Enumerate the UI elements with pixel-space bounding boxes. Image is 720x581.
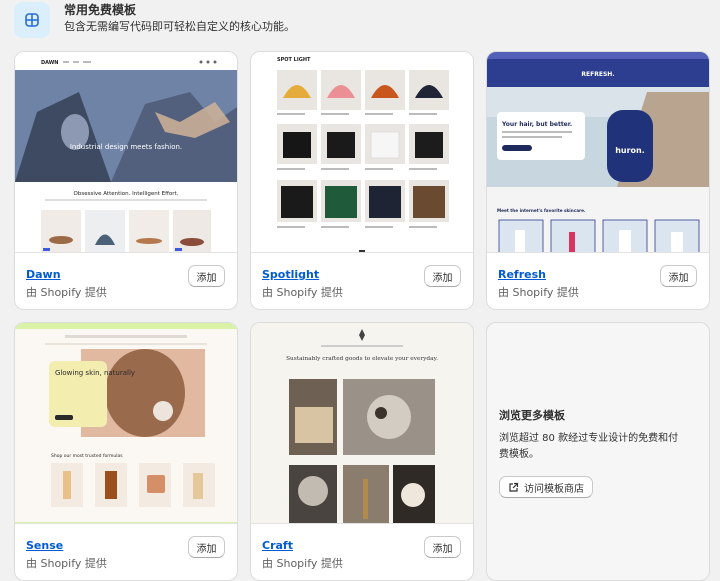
craft-hero-title: Sustainably crafted goods to elevate you…	[286, 356, 438, 362]
refresh-hero-title: Your hair, but better.	[501, 121, 572, 128]
add-template-button[interactable]: 添加	[660, 265, 697, 287]
dawn-hero-text: Industrial design meets fashion.	[70, 143, 182, 151]
dawn-section-title: Obsessive Attention. Intelligent Effort.	[74, 191, 179, 197]
dawn-logo: DAWN	[41, 60, 59, 66]
refresh-section-title: Meet the internet's favorite skincare.	[497, 208, 586, 213]
browse-more-title: 浏览更多模板	[499, 409, 565, 422]
template-name-link[interactable]: Refresh	[498, 268, 546, 281]
template-preview-craft[interactable]: Sustainably crafted goods to elevate you…	[251, 323, 473, 524]
template-card-craft[interactable]: Sustainably crafted goods to elevate you…	[250, 322, 474, 581]
template-provider: 由 Shopify 提供	[26, 286, 107, 299]
visit-theme-store-button[interactable]: 访问模板商店	[499, 476, 593, 498]
section-subtitle: 包含无需编写代码即可轻松自定义的核心功能。	[64, 20, 295, 33]
template-provider: 由 Shopify 提供	[262, 557, 343, 570]
browse-more-card: 浏览更多模板 浏览超过 80 款经过专业设计的免费和付费模板。 访问模板商店	[486, 322, 710, 581]
template-preview-sense[interactable]: Glowing skin, naturally Shop our most tr…	[15, 323, 237, 524]
browse-more-description: 浏览超过 80 款经过专业设计的免费和付费模板。	[499, 433, 679, 460]
theme-icon	[14, 2, 50, 38]
sense-hero-title: Glowing skin, naturally	[55, 369, 135, 377]
template-name-link[interactable]: Sense	[26, 539, 63, 552]
section-header: 常用免费模板 包含无需编写代码即可轻松自定义的核心功能。	[14, 2, 295, 38]
template-preview-spotlight[interactable]: SPOT LIGHT	[251, 52, 473, 253]
template-card-refresh[interactable]: REFRESH. huron. Your hair, but better. M…	[486, 51, 710, 310]
external-link-icon	[509, 482, 519, 492]
refresh-logo: REFRESH.	[581, 71, 614, 78]
template-provider: 由 Shopify 提供	[498, 286, 579, 299]
spotlight-logo: SPOT LIGHT	[277, 57, 311, 63]
template-card-dawn[interactable]: DAWN Industrial design meets fashion. Ob…	[14, 51, 238, 310]
refresh-product-label: huron.	[615, 146, 645, 155]
template-preview-refresh[interactable]: REFRESH. huron. Your hair, but better. M…	[487, 52, 709, 253]
template-name-link[interactable]: Dawn	[26, 268, 61, 281]
add-template-button[interactable]: 添加	[424, 536, 461, 558]
template-preview-dawn[interactable]: DAWN Industrial design meets fashion. Ob…	[15, 52, 237, 253]
template-card-spotlight[interactable]: SPOT LIGHT Spotlight 由 Shopify 提供 添加	[250, 51, 474, 310]
template-card-sense[interactable]: Glowing skin, naturally Shop our most tr…	[14, 322, 238, 581]
add-template-button[interactable]: 添加	[424, 265, 461, 287]
template-provider: 由 Shopify 提供	[262, 286, 343, 299]
add-template-button[interactable]: 添加	[188, 265, 225, 287]
visit-theme-store-label: 访问模板商店	[524, 483, 584, 495]
template-provider: 由 Shopify 提供	[26, 557, 107, 570]
template-name-link[interactable]: Craft	[262, 539, 293, 552]
add-template-button[interactable]: 添加	[188, 536, 225, 558]
section-title: 常用免费模板	[64, 3, 137, 17]
template-name-link[interactable]: Spotlight	[262, 268, 319, 281]
sense-section-title: Shop our most trusted formulas	[51, 453, 123, 459]
